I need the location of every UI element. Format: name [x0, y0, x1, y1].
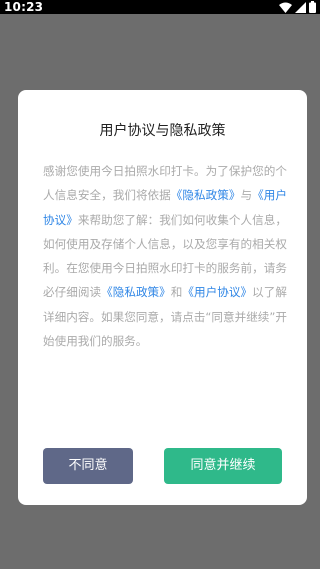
- user-agreement-link[interactable]: 《用户协议》: [182, 285, 252, 299]
- dialog-title: 用户协议与隐私政策: [99, 123, 226, 139]
- privacy-dialog: 用户协议与隐私政策 感谢您使用今日拍照水印打卡。为了保护您的个人信息安全，我们将…: [18, 90, 307, 505]
- privacy-policy-link[interactable]: 《隐私政策》: [171, 188, 241, 202]
- privacy-policy-link[interactable]: 《隐私政策》: [101, 285, 171, 299]
- wifi-icon: [279, 2, 292, 13]
- cellular-signal-icon: [295, 1, 306, 13]
- agree-and-continue-button[interactable]: 同意并继续: [164, 448, 282, 484]
- status-time: 10:23: [4, 0, 44, 14]
- status-bar: 10:23: [0, 0, 320, 14]
- battery-icon: [309, 1, 316, 13]
- app-screen: 10:23 用户协议与隐私政策 感谢您使用今日拍照水印打卡。为了保护您的个人信息…: [0, 0, 320, 569]
- disagree-button[interactable]: 不同意: [43, 448, 133, 484]
- status-icons: [279, 1, 316, 13]
- body-text-segment: 与: [240, 188, 253, 203]
- body-text-segment: 和: [170, 285, 183, 300]
- dialog-body-text: 感谢您使用今日拍照水印打卡。为了保护您的个人信息安全，我们将依据《隐私政策》与《…: [43, 159, 287, 353]
